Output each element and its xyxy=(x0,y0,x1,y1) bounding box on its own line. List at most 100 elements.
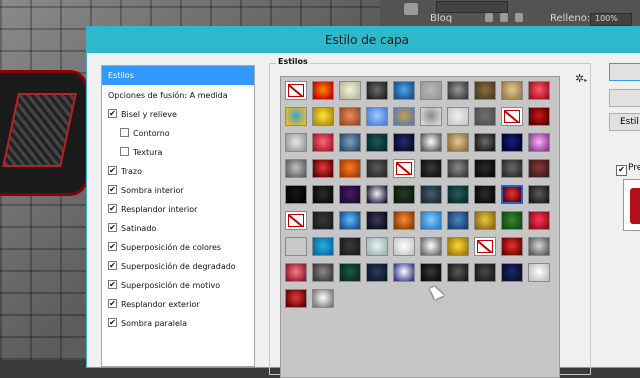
sidebar-item[interactable]: ✔ Superposición de colores xyxy=(102,238,254,257)
style-swatch[interactable] xyxy=(312,263,334,282)
style-swatch[interactable] xyxy=(528,159,550,178)
style-swatch[interactable] xyxy=(447,107,469,126)
style-swatch[interactable] xyxy=(285,211,307,230)
style-swatch[interactable] xyxy=(501,159,523,178)
effect-checkbox[interactable] xyxy=(120,128,129,137)
style-swatch[interactable] xyxy=(285,133,307,152)
style-swatch[interactable] xyxy=(339,211,361,230)
sidebar-item[interactable]: ✔ Superposición de degradado xyxy=(102,257,254,276)
style-swatch[interactable] xyxy=(366,211,388,230)
sidebar-item[interactable]: ✔ Sombra paralela xyxy=(102,314,254,333)
style-swatch[interactable] xyxy=(393,211,415,230)
style-swatch[interactable] xyxy=(339,81,361,100)
style-swatch[interactable] xyxy=(501,133,523,152)
style-swatch[interactable] xyxy=(366,237,388,256)
effect-checkbox[interactable]: ✔ xyxy=(108,261,117,270)
style-swatch[interactable] xyxy=(474,107,496,126)
style-swatch[interactable] xyxy=(474,263,496,282)
style-swatch[interactable] xyxy=(447,263,469,282)
effect-checkbox[interactable]: ✔ xyxy=(108,223,117,232)
style-swatch[interactable] xyxy=(285,289,307,308)
style-swatch[interactable] xyxy=(285,237,307,256)
effect-checkbox[interactable]: ✔ xyxy=(108,299,117,308)
style-swatch[interactable] xyxy=(393,107,415,126)
style-swatch[interactable] xyxy=(474,133,496,152)
effect-checkbox[interactable] xyxy=(120,147,129,156)
style-swatch[interactable] xyxy=(312,81,334,100)
style-swatch[interactable] xyxy=(420,211,442,230)
style-swatch[interactable] xyxy=(447,211,469,230)
layer-icon[interactable] xyxy=(404,3,418,15)
sidebar-item[interactable]: ✔ Sombra interior xyxy=(102,181,254,200)
style-swatch[interactable] xyxy=(420,185,442,204)
style-swatch[interactable] xyxy=(447,237,469,256)
effect-checkbox[interactable]: ✔ xyxy=(108,185,117,194)
sidebar-item[interactable]: ✔ Resplandor interior xyxy=(102,200,254,219)
style-swatch[interactable] xyxy=(366,263,388,282)
sidebar-item[interactable]: Contorno xyxy=(102,124,254,143)
style-swatch[interactable] xyxy=(339,107,361,126)
lock-all-icon[interactable] xyxy=(515,13,523,22)
fill-input[interactable]: 100% xyxy=(590,13,632,26)
effect-checkbox[interactable]: ✔ xyxy=(108,280,117,289)
style-swatch[interactable] xyxy=(528,107,550,126)
style-swatch[interactable] xyxy=(312,133,334,152)
style-swatch[interactable] xyxy=(285,185,307,204)
style-swatch[interactable] xyxy=(474,81,496,100)
style-swatch[interactable] xyxy=(339,159,361,178)
style-swatch[interactable] xyxy=(393,185,415,204)
style-swatch[interactable] xyxy=(366,107,388,126)
style-swatch[interactable] xyxy=(366,159,388,178)
style-swatch[interactable] xyxy=(474,185,496,204)
lock-pixels-icon[interactable] xyxy=(485,13,493,22)
style-swatch[interactable] xyxy=(501,107,523,126)
style-swatch[interactable] xyxy=(447,133,469,152)
sidebar-item[interactable]: ✔ Trazo xyxy=(102,162,254,181)
style-swatch[interactable] xyxy=(393,81,415,100)
style-swatch[interactable] xyxy=(528,211,550,230)
style-swatch[interactable] xyxy=(339,185,361,204)
style-swatch[interactable] xyxy=(312,237,334,256)
style-swatch[interactable] xyxy=(447,185,469,204)
effect-checkbox[interactable]: ✔ xyxy=(108,166,117,175)
style-swatch[interactable] xyxy=(447,81,469,100)
style-swatch[interactable] xyxy=(285,159,307,178)
style-swatch[interactable] xyxy=(393,263,415,282)
style-swatch[interactable] xyxy=(474,159,496,178)
style-swatch[interactable] xyxy=(312,159,334,178)
style-swatch[interactable] xyxy=(312,107,334,126)
style-swatch[interactable] xyxy=(447,159,469,178)
effect-checkbox[interactable]: ✔ xyxy=(108,204,117,213)
style-swatch[interactable] xyxy=(420,159,442,178)
effect-checkbox[interactable]: ✔ xyxy=(108,242,117,251)
sidebar-item[interactable]: ✔ Superposición de motivo xyxy=(102,276,254,295)
style-swatch[interactable] xyxy=(285,263,307,282)
style-swatch[interactable] xyxy=(366,185,388,204)
style-swatch[interactable] xyxy=(420,263,442,282)
lock-position-icon[interactable] xyxy=(500,13,508,22)
style-swatch[interactable] xyxy=(528,133,550,152)
style-swatch[interactable] xyxy=(393,133,415,152)
style-swatch[interactable] xyxy=(366,133,388,152)
style-swatch[interactable] xyxy=(528,263,550,282)
cancel-button[interactable] xyxy=(609,89,640,107)
style-swatch[interactable] xyxy=(528,81,550,100)
style-swatch[interactable] xyxy=(501,81,523,100)
style-swatch[interactable] xyxy=(366,81,388,100)
dialog-titlebar[interactable]: Estilo de capa xyxy=(87,27,640,53)
style-swatch[interactable] xyxy=(312,289,334,308)
style-swatch[interactable] xyxy=(420,133,442,152)
style-swatch[interactable] xyxy=(285,81,307,100)
style-swatch[interactable] xyxy=(339,237,361,256)
style-swatch[interactable] xyxy=(420,107,442,126)
style-swatch[interactable] xyxy=(420,81,442,100)
style-swatch[interactable] xyxy=(501,185,523,204)
style-swatch[interactable] xyxy=(501,263,523,282)
effect-checkbox[interactable]: ✔ xyxy=(108,318,117,327)
style-swatch[interactable] xyxy=(339,133,361,152)
style-swatch[interactable] xyxy=(312,211,334,230)
preview-checkbox[interactable]: ✔ xyxy=(616,165,627,176)
style-swatch[interactable] xyxy=(285,107,307,126)
new-style-button[interactable]: Estil xyxy=(609,113,640,131)
sidebar-item[interactable]: Textura xyxy=(102,143,254,162)
